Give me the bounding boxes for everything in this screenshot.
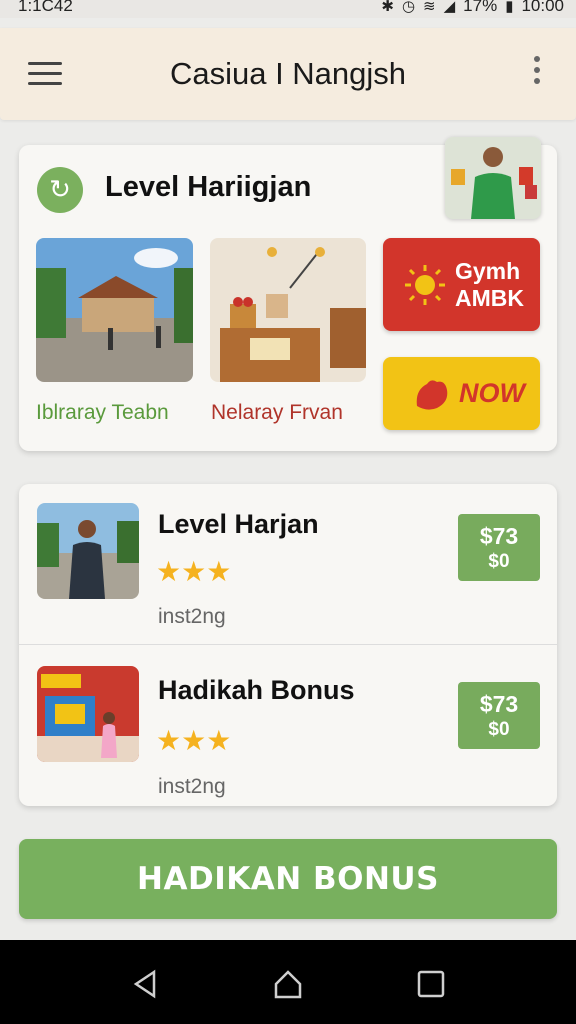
offers-list: Level Harjan ★★★ inst2ng $73 $0 Hadikah … xyxy=(19,484,557,806)
signal-icon: ◢ xyxy=(443,0,456,15)
status-time-left: 1:1C42 xyxy=(18,0,73,15)
back-icon[interactable] xyxy=(130,968,162,1000)
list-item-thumbnail xyxy=(37,503,139,599)
rating-stars: ★★★ xyxy=(156,725,232,756)
status-icons: ✱ ◷ ≋ ◢ 17% ▮ 10:00 xyxy=(381,0,564,16)
featured-card-title: Level Hariigjan xyxy=(105,171,312,203)
sun-icon xyxy=(405,264,445,305)
navigation-bar xyxy=(0,940,576,1024)
list-item-thumbnail xyxy=(37,666,139,762)
promo-label: NOW xyxy=(459,378,525,408)
promo-button-now[interactable]: NOW xyxy=(383,357,540,430)
phone-leaf-icon: ↻ xyxy=(37,167,83,213)
price-button[interactable]: $73 $0 xyxy=(458,682,540,749)
app-title: Casiua I Nangjsh xyxy=(169,56,407,91)
featured-card: ↻ Level Hariigjan Iblraray Teabn Nelaray… xyxy=(19,137,557,451)
status-bar: 1:1C42 ✱ ◷ ≋ ◢ 17% ▮ 10:00 xyxy=(0,0,576,18)
bluetooth-off-icon: ✱ xyxy=(381,0,394,15)
bonus-button[interactable]: HADIKAN BONUS xyxy=(19,839,557,919)
thumbnail-house[interactable] xyxy=(36,238,193,382)
list-item-title: Level Harjan xyxy=(158,509,319,539)
host-avatar[interactable] xyxy=(445,137,541,219)
list-item-subtitle: inst2ng xyxy=(158,775,226,798)
status-time-right: 10:00 xyxy=(521,0,564,15)
list-item[interactable]: Level Harjan ★★★ inst2ng $73 $0 xyxy=(19,484,557,645)
alarm-icon: ◷ xyxy=(401,0,416,15)
thumbnail-caption: Iblraray Teabn xyxy=(36,401,169,424)
home-icon[interactable] xyxy=(272,968,304,1000)
list-item-title: Hadikah Bonus xyxy=(158,675,355,705)
promo-label: Gymh AMBK xyxy=(455,257,524,311)
battery-percent: 17% xyxy=(463,0,498,15)
list-item[interactable]: Hadikah Bonus ★★★ inst2ng $73 $0 xyxy=(19,645,557,806)
recents-icon[interactable] xyxy=(415,968,447,1000)
battery-icon: ▮ xyxy=(505,0,514,15)
thumbnail-caption: Nelaray Frvan xyxy=(211,401,343,424)
price-button[interactable]: $73 $0 xyxy=(458,514,540,581)
list-item-subtitle: inst2ng xyxy=(158,605,226,628)
rating-stars: ★★★ xyxy=(156,556,232,587)
wifi-icon: ≋ xyxy=(423,0,436,15)
more-vert-icon[interactable] xyxy=(534,56,542,90)
app-bar: Casiua I Nangjsh xyxy=(0,28,576,120)
promo-button-gym[interactable]: Gymh AMBK xyxy=(383,238,540,331)
thumbnail-shelf[interactable] xyxy=(210,238,366,382)
hand-icon xyxy=(416,379,448,410)
